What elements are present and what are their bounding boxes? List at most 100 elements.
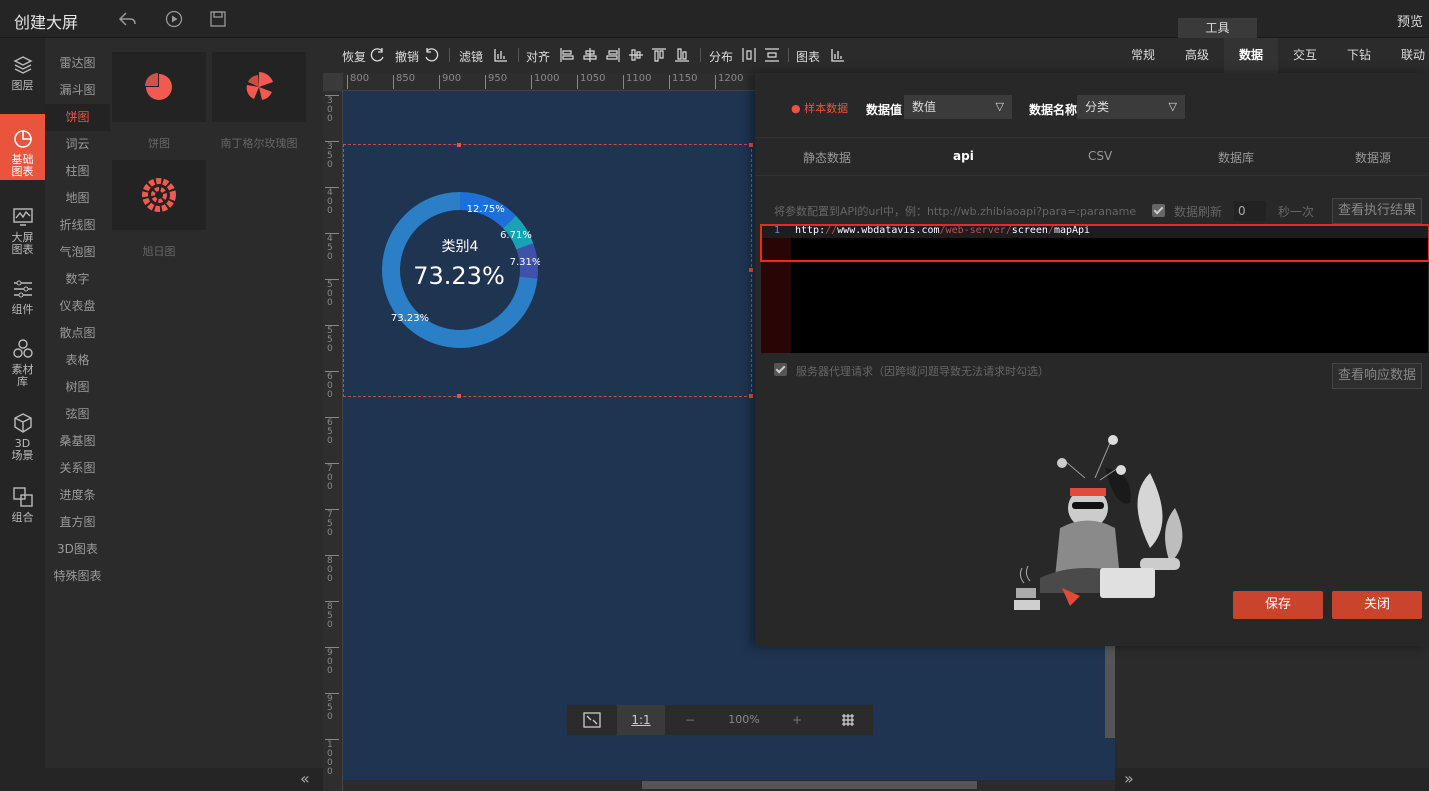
category-item[interactable]: 直方图: [45, 509, 110, 536]
ruler-label: 800: [350, 73, 370, 84]
ruler-label: 500: [327, 280, 333, 308]
category-item[interactable]: 词云: [45, 131, 110, 158]
category-item[interactable]: 特殊图表: [45, 563, 110, 590]
tab-property[interactable]: 高级: [1170, 38, 1224, 73]
ruler-label: 1150: [672, 73, 698, 84]
category-item[interactable]: 桑基图: [45, 428, 110, 455]
proxy-checkbox[interactable]: [774, 363, 787, 376]
source-tab[interactable]: CSV: [1088, 149, 1112, 163]
donut-chart[interactable]: 12.75% 6.71% 7.31% 73.23% 类别4 73.23%: [380, 190, 540, 350]
nav-item-monitor-chart[interactable]: 大屏 图表: [0, 204, 45, 266]
align-center-icon[interactable]: [582, 47, 598, 63]
refresh-checkbox[interactable]: [1152, 204, 1165, 217]
zoom-1-1-button[interactable]: 1:1: [617, 705, 665, 735]
category-item[interactable]: 气泡图: [45, 239, 110, 266]
category-item[interactable]: 树图: [45, 374, 110, 401]
nav-item-layers[interactable]: 图层: [0, 52, 45, 102]
category-item[interactable]: 漏斗图: [45, 77, 110, 104]
filter-chart-icon[interactable]: [493, 47, 509, 63]
category-list: 雷达图 漏斗图 饼图 词云 柱图 地图 折线图 气泡图 数字 仪表盘 散点图 表格 树图 弦图 桑基图 关系图…: [45, 38, 110, 768]
category-item[interactable]: 表格: [45, 347, 110, 374]
fit-screen-icon[interactable]: [567, 705, 617, 735]
refresh-unit: 秒一次: [1278, 205, 1315, 219]
grid-icon[interactable]: [823, 705, 873, 735]
filter-button[interactable]: 滤镜: [459, 48, 483, 65]
close-button[interactable]: 关闭: [1332, 591, 1422, 619]
play-icon[interactable]: [164, 9, 184, 29]
source-tab[interactable]: 数据源: [1355, 149, 1391, 166]
zoom-out-button[interactable]: −: [672, 705, 708, 735]
category-item[interactable]: 饼图: [45, 104, 110, 131]
ruler-label: 650: [327, 418, 333, 446]
align-button[interactable]: 对齐: [526, 48, 550, 65]
vertical-scrollbar[interactable]: [1105, 630, 1115, 738]
ruler-tick: [669, 75, 670, 89]
ruler-label: 1050: [580, 73, 606, 84]
view-response-button[interactable]: 查看响应数据: [1332, 363, 1422, 389]
tab-property[interactable]: 交互: [1278, 38, 1332, 73]
chart-button[interactable]: 图表: [796, 48, 820, 65]
horizontal-scrollbar[interactable]: [642, 781, 977, 789]
distribute-v-icon[interactable]: [764, 47, 780, 63]
donut-center-value: 73.23%: [413, 262, 505, 290]
category-item[interactable]: 3D图表: [45, 536, 110, 563]
nav-item-cube[interactable]: 3D 场景: [0, 410, 45, 472]
align-vcenter-icon[interactable]: [628, 47, 644, 63]
nav-item-pie-chart[interactable]: 基础 图表: [0, 114, 45, 180]
align-top-icon[interactable]: [651, 47, 667, 63]
ruler-label: 1000: [534, 73, 560, 84]
source-tab[interactable]: 静态数据: [803, 149, 851, 166]
category-item[interactable]: 仪表盘: [45, 293, 110, 320]
ruler-label: 850: [396, 73, 416, 84]
align-right-icon[interactable]: [605, 47, 621, 63]
thumb-rose[interactable]: [212, 52, 306, 122]
distribute-button[interactable]: 分布: [709, 48, 733, 65]
name-select[interactable]: 分类 ▽: [1077, 95, 1185, 119]
restore-button[interactable]: 恢复: [342, 48, 366, 65]
category-item[interactable]: 数字: [45, 266, 110, 293]
data-panel: ● 样本数据 数据值 数值 ▽ 数据名称 分类 ▽ 静态数据 api CSV 数据库 数据源…: [755, 73, 1429, 646]
view-result-button[interactable]: 查看执行结果: [1332, 198, 1422, 224]
nav-item-sliders[interactable]: 组件: [0, 276, 45, 328]
thumb-sunburst[interactable]: [112, 160, 206, 230]
tab-property[interactable]: 常规: [1116, 38, 1170, 73]
thumb-pie[interactable]: [112, 52, 206, 122]
undo-button[interactable]: 撤销: [395, 48, 419, 65]
tab-property[interactable]: 联动: [1386, 38, 1429, 73]
distribute-h-icon[interactable]: [741, 47, 757, 63]
collapse-left-icon[interactable]: «: [300, 769, 310, 788]
nav-item-group[interactable]: 组合: [0, 484, 45, 534]
property-tabs: 常规 高级 数据 交互 下钻 联动: [1116, 38, 1429, 73]
nav-item-label: 3D 场景: [11, 437, 34, 462]
tab-property[interactable]: 下钻: [1332, 38, 1386, 73]
refresh-input[interactable]: 0: [1234, 201, 1266, 221]
back-icon[interactable]: [118, 9, 138, 29]
align-bottom-icon[interactable]: [674, 47, 690, 63]
category-item[interactable]: 弦图: [45, 401, 110, 428]
category-item[interactable]: 折线图: [45, 212, 110, 239]
save-button[interactable]: 保存: [1233, 591, 1323, 619]
redo-icon[interactable]: [370, 47, 386, 63]
category-item[interactable]: 进度条: [45, 482, 110, 509]
category-item[interactable]: 地图: [45, 185, 110, 212]
category-item[interactable]: 关系图: [45, 455, 110, 482]
align-left-icon[interactable]: [559, 47, 575, 63]
source-tab[interactable]: api: [953, 149, 974, 163]
tools-tab[interactable]: 工具: [1178, 18, 1257, 38]
zoom-bar: 1:1 − 100% +: [567, 705, 873, 735]
category-item[interactable]: 雷达图: [45, 50, 110, 77]
preview-button[interactable]: 预览: [1397, 11, 1423, 30]
undo-icon[interactable]: [423, 47, 439, 63]
nav-item-label: 组件: [11, 303, 34, 316]
nav-item-shapes[interactable]: 素材 库: [0, 336, 45, 398]
zoom-in-button[interactable]: +: [779, 705, 815, 735]
chart-icon[interactable]: [830, 47, 846, 63]
collapse-right-icon[interactable]: »: [1124, 769, 1134, 788]
tab-property[interactable]: 数据: [1224, 38, 1278, 73]
value-select-text: 数值: [912, 100, 937, 114]
source-tab[interactable]: 数据库: [1218, 149, 1254, 166]
value-select[interactable]: 数值 ▽: [904, 95, 1012, 119]
save-icon[interactable]: [208, 9, 228, 29]
category-item[interactable]: 柱图: [45, 158, 110, 185]
category-item[interactable]: 散点图: [45, 320, 110, 347]
